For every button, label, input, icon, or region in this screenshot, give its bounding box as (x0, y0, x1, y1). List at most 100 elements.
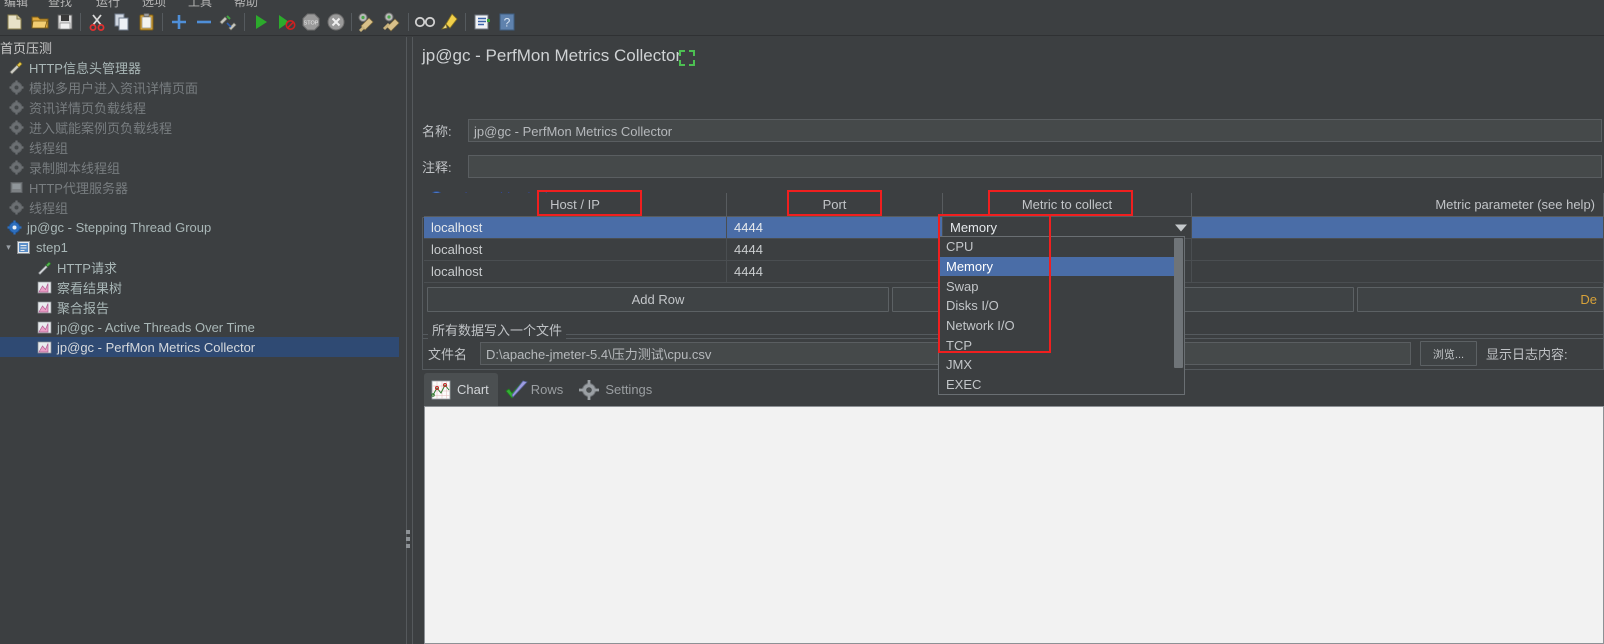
menu-item-options[interactable]: 选项 (142, 0, 166, 9)
tab-settings[interactable]: Settings (572, 373, 661, 406)
dropdown-option-exec[interactable]: EXEC (939, 375, 1184, 395)
tab-chart-label: Chart (457, 382, 489, 397)
tree-item-thread-group-2[interactable]: 资讯详情页负载线程 (0, 97, 399, 117)
tree-item-label: jp@gc - Stepping Thread Group (27, 219, 212, 235)
function-helper-icon[interactable] (469, 10, 494, 35)
test-plan-tree[interactable]: 首页压测 HTTP信息头管理器 模拟多用户进入资讯详情页面 资讯详情页负载线程 (0, 37, 399, 644)
tree-item-active-threads-over-time[interactable]: jp@gc - Active Threads Over Time (0, 317, 399, 337)
tree-item-thread-group-6[interactable]: 线程组 (0, 197, 399, 217)
browse-button[interactable]: 浏览... (1420, 341, 1477, 366)
add-row-button[interactable]: Add Row (427, 287, 889, 312)
copy-row-button[interactable]: De (1357, 287, 1604, 312)
tree-item-http-request[interactable]: HTTP请求 (0, 257, 399, 277)
splitter-grip[interactable] (406, 530, 410, 534)
tree-item-stepping-thread-group[interactable]: jp@gc - Stepping Thread Group (0, 217, 399, 237)
listener-icon (36, 299, 53, 316)
menu-item-run[interactable]: 运行 (96, 0, 120, 9)
tree-item-step1[interactable]: ▾ step1 (0, 237, 399, 257)
column-header-metric[interactable]: Metric to collect (943, 193, 1192, 216)
tree-item-thread-group-1[interactable]: 模拟多用户进入资讯详情页面 (0, 77, 399, 97)
write-all-data-group-title: 所有数据写入一个文件 (428, 320, 567, 339)
cell-metric-parameter[interactable] (1192, 261, 1604, 282)
cell-host[interactable]: localhost (424, 239, 727, 260)
toolbar-separator (408, 13, 409, 31)
filename-label: 文件名 (428, 347, 468, 362)
dropdown-option-memory[interactable]: Memory (939, 256, 1184, 277)
chart-icon (430, 379, 452, 401)
name-label: 名称: (422, 124, 452, 139)
toolbar-separator (80, 13, 81, 31)
cell-metric-parameter[interactable] (1192, 239, 1604, 260)
toolbar-separator (465, 13, 466, 31)
tab-rows[interactable]: Rows (498, 373, 573, 406)
column-header-host-ip[interactable]: Host / IP (424, 193, 727, 216)
chevron-down-icon[interactable] (1175, 224, 1187, 231)
help-icon[interactable]: ? (494, 10, 519, 35)
dropdown-option-disks-io[interactable]: Disks I/O (939, 296, 1184, 316)
view-tabs[interactable]: Chart Rows Settings (424, 373, 661, 406)
http-request-icon (36, 259, 53, 276)
menu-item-tools[interactable]: 工具 (188, 0, 212, 9)
collapse-all-icon[interactable] (191, 10, 216, 35)
open-icon[interactable] (27, 10, 52, 35)
metric-combobox-value: Memory (950, 220, 997, 235)
stop-icon[interactable]: STOP (298, 10, 323, 35)
tab-settings-label: Settings (605, 382, 653, 397)
panel-splitter[interactable] (399, 37, 416, 644)
column-header-port[interactable]: Port (727, 193, 943, 216)
menu-item-help[interactable]: 帮助 (234, 0, 258, 9)
dropdown-scrollbar[interactable] (1174, 237, 1184, 394)
cell-metric-combobox[interactable]: Memory (943, 217, 1192, 238)
start-no-pauses-icon[interactable] (273, 10, 298, 35)
new-icon[interactable] (2, 10, 27, 35)
tree-item-perfmon-metrics-collector[interactable]: jp@gc - PerfMon Metrics Collector (0, 337, 399, 357)
clear-icon[interactable] (355, 10, 380, 35)
tree-item-header-manager[interactable]: HTTP信息头管理器 (0, 57, 399, 77)
paste-icon[interactable] (134, 10, 159, 35)
dropdown-option-swap[interactable]: Swap (939, 276, 1184, 296)
tree-item-aggregate-report[interactable]: 聚合报告 (0, 297, 399, 317)
tree-item-label: 资讯详情页负载线程 (29, 100, 147, 116)
cell-port[interactable]: 4444 (727, 239, 943, 260)
shutdown-icon[interactable] (323, 10, 348, 35)
cell-host[interactable]: localhost (424, 261, 727, 282)
check-icon (504, 379, 528, 401)
metric-dropdown-popup[interactable]: CPU Memory Swap Disks I/O Network I/O TC… (938, 236, 1185, 395)
chevron-down-icon[interactable]: ▾ (2, 242, 15, 253)
menu-item-find[interactable]: 查找 (48, 0, 72, 9)
comment-input[interactable] (468, 155, 1602, 178)
tree-item-label: 聚合报告 (57, 300, 110, 316)
tree-item-thread-group-5[interactable]: 录制脚本线程组 (0, 157, 399, 177)
tree-item-test-plan[interactable]: 首页压测 (0, 37, 399, 57)
cell-port[interactable]: 4444 (727, 217, 943, 238)
cell-metric-parameter[interactable] (1192, 217, 1604, 238)
tree-item-view-results-tree[interactable]: 察看结果树 (0, 277, 399, 297)
menu-item-edit[interactable]: 编辑 (4, 0, 28, 9)
cell-port[interactable]: 4444 (727, 261, 943, 282)
tree-item-label: 进入赋能案例页负载线程 (29, 120, 173, 136)
expand-all-icon[interactable] (166, 10, 191, 35)
dropdown-scrollbar-thumb[interactable] (1174, 238, 1183, 368)
reset-search-icon[interactable] (437, 10, 462, 35)
start-icon[interactable] (248, 10, 273, 35)
tree-item-http-proxy-server[interactable]: HTTP代理服务器 (0, 177, 399, 197)
dropdown-option-cpu[interactable]: CPU (939, 237, 1184, 257)
expand-panel-icon[interactable] (678, 49, 696, 72)
cell-host[interactable]: localhost (424, 217, 727, 238)
name-input[interactable]: jp@gc - PerfMon Metrics Collector (468, 119, 1602, 142)
show-log-label: 显示日志内容: (1486, 347, 1568, 362)
search-icon[interactable] (412, 10, 437, 35)
save-icon[interactable] (52, 10, 77, 35)
copy-icon[interactable] (109, 10, 134, 35)
tab-chart[interactable]: Chart (424, 373, 498, 406)
cut-icon[interactable] (84, 10, 109, 35)
tree-item-label: 线程组 (29, 140, 69, 156)
toggle-icon[interactable] (216, 10, 241, 35)
dropdown-option-jmx[interactable]: JMX (939, 355, 1184, 375)
tree-item-thread-group-3[interactable]: 进入赋能案例页负载线程 (0, 117, 399, 137)
dropdown-option-network-io[interactable]: Network I/O (939, 316, 1184, 336)
clear-all-icon[interactable] (380, 10, 405, 35)
tree-item-thread-group-4[interactable]: 线程组 (0, 137, 399, 157)
column-header-metric-parameter[interactable]: Metric parameter (see help) (1192, 193, 1604, 216)
dropdown-option-tcp[interactable]: TCP (939, 335, 1184, 355)
